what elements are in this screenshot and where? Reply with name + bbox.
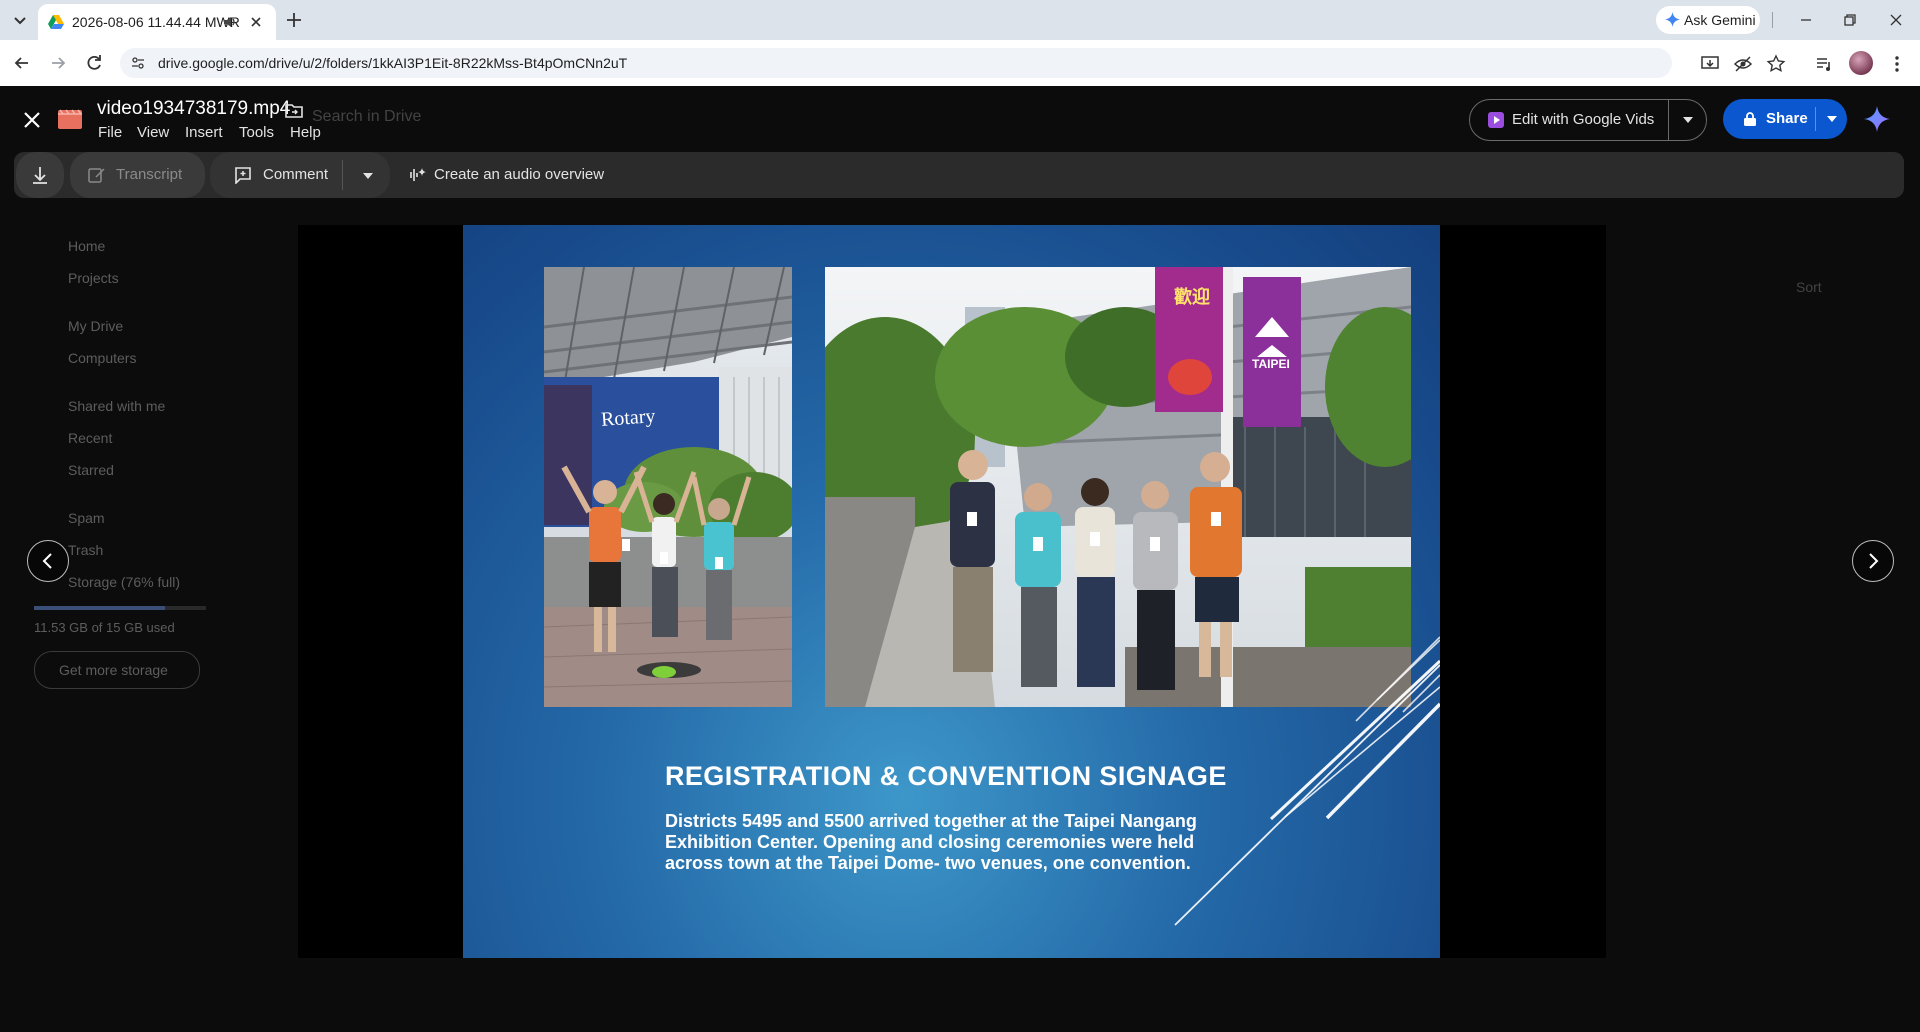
menu-file[interactable]: File	[98, 124, 122, 141]
comment-label: Comment	[263, 166, 329, 183]
edit-with-vids-label: Edit with Google Vids	[1512, 111, 1655, 128]
tab-title: 2026-08-06 11.44.44 MWR	[72, 14, 240, 30]
chevron-left-icon	[42, 553, 52, 569]
comment-button[interactable]: Comment	[210, 152, 342, 198]
edit-with-vids-button[interactable]: Edit with Google Vids	[1470, 100, 1668, 140]
site-info-icon[interactable]	[130, 55, 146, 71]
audio-overview-label: Create an audio overview	[434, 166, 605, 183]
plus-icon	[287, 13, 301, 27]
comment-group: Comment	[210, 152, 390, 198]
chevron-right-icon	[1869, 553, 1879, 569]
media-controls-icon[interactable]	[1814, 54, 1834, 74]
sidebar-item-trash: Trash	[68, 542, 104, 558]
sidebar-item-projects: Projects	[68, 270, 119, 286]
slide-body: Districts 5495 and 5500 arrived together…	[665, 811, 1197, 873]
video-frame-slide: Rotary 歡迎 TAIPEI REGISTRATION & CONVENTI…	[463, 225, 1440, 958]
menu-help[interactable]: Help	[290, 124, 321, 141]
menu-view[interactable]: View	[137, 124, 169, 141]
share-dropdown-button[interactable]	[1817, 99, 1847, 139]
transcript-button[interactable]: Transcript	[70, 152, 205, 198]
folder-location-icon[interactable]	[284, 100, 304, 120]
caret-down-icon	[1683, 117, 1693, 123]
storage-used-text: 11.53 GB of 15 GB used	[34, 620, 175, 635]
share-label: Share	[1766, 110, 1808, 127]
sidebar-item-spam: Spam	[68, 510, 105, 526]
caret-down-icon	[1827, 116, 1837, 122]
sort-label: Sort	[1796, 279, 1822, 295]
close-viewer-button[interactable]	[18, 106, 46, 134]
share-button-group: Share	[1723, 99, 1847, 139]
close-tab-icon[interactable]	[248, 14, 264, 30]
minimize-icon[interactable]	[1796, 10, 1816, 30]
sidebar-item-shared: Shared with me	[68, 398, 166, 414]
video-file-icon	[57, 105, 83, 131]
get-more-storage-label: Get more storage	[59, 662, 168, 678]
google-vids-icon	[1488, 112, 1504, 128]
speaker-icon[interactable]	[222, 14, 238, 30]
vids-dropdown-button[interactable]	[1670, 100, 1706, 140]
previous-file-button[interactable]	[27, 540, 69, 582]
storage-bar	[34, 606, 206, 610]
restore-icon[interactable]	[1840, 10, 1860, 30]
ask-gemini-button[interactable]: Ask Gemini	[1656, 6, 1760, 34]
sidebar-item-home: Home	[68, 238, 106, 254]
lock-icon	[1743, 111, 1757, 127]
caret-down-icon	[363, 173, 373, 179]
chevron-down-icon	[14, 17, 26, 25]
back-icon[interactable]	[12, 53, 32, 73]
edit-with-vids-group: Edit with Google Vids	[1469, 99, 1707, 141]
sidebar-item-starred: Starred	[68, 462, 114, 478]
sidebar-item-computers: Computers	[68, 350, 137, 366]
address-bar[interactable]: drive.google.com/drive/u/2/folders/1kkAI…	[120, 48, 1672, 78]
menu-tools[interactable]: Tools	[239, 124, 274, 141]
sidebar-item-recent: Recent	[68, 430, 113, 446]
tab-bar-divider	[1772, 12, 1773, 28]
gemini-sparkle-icon	[1665, 12, 1680, 27]
sidebar-item-my-drive: My Drive	[68, 318, 124, 334]
drive-favicon-icon	[48, 14, 64, 30]
tab-search-button[interactable]	[8, 8, 32, 32]
url-text: drive.google.com/drive/u/2/folders/1kkAI…	[158, 55, 628, 71]
comment-divider	[342, 160, 343, 190]
reload-icon[interactable]	[84, 53, 104, 73]
forward-icon[interactable]	[48, 53, 68, 73]
close-window-icon[interactable]	[1886, 10, 1906, 30]
transcript-icon	[88, 166, 106, 184]
install-app-icon[interactable]	[1700, 54, 1720, 74]
get-more-storage-button: Get more storage	[34, 651, 200, 689]
new-tab-button[interactable]	[282, 8, 306, 32]
transcript-label: Transcript	[116, 166, 183, 183]
profile-avatar[interactable]	[1849, 51, 1873, 75]
share-button[interactable]: Share	[1723, 99, 1815, 139]
download-button[interactable]	[16, 152, 64, 198]
gemini-sparkle-icon	[1864, 106, 1890, 132]
bookmark-star-icon[interactable]	[1766, 54, 1786, 74]
file-name: video1934738179.mp4	[97, 98, 291, 119]
ask-gemini-label: Ask Gemini	[1684, 12, 1756, 28]
comment-icon	[234, 166, 252, 184]
drive-search-placeholder: Search in Drive	[312, 108, 422, 125]
next-file-button[interactable]	[1852, 540, 1894, 582]
comment-dropdown-button[interactable]	[344, 152, 390, 198]
share-divider	[1815, 107, 1816, 131]
tracking-protection-icon[interactable]	[1733, 54, 1753, 74]
gemini-button[interactable]	[1862, 104, 1892, 134]
audio-overview-button[interactable]: Create an audio overview	[398, 152, 618, 198]
browser-tab[interactable]: 2026-08-06 11.44.44 MWR	[38, 4, 276, 40]
menu-insert[interactable]: Insert	[185, 124, 223, 141]
audio-sparkle-icon	[406, 166, 426, 184]
sidebar-item-storage: Storage (76% full)	[68, 574, 181, 590]
close-icon	[24, 112, 40, 128]
vids-divider	[1668, 100, 1669, 140]
storage-bar-fill	[34, 606, 165, 610]
download-icon	[33, 167, 47, 184]
chrome-menu-icon[interactable]	[1887, 54, 1907, 74]
slide-title: REGISTRATION & CONVENTION SIGNAGE	[665, 761, 1227, 791]
